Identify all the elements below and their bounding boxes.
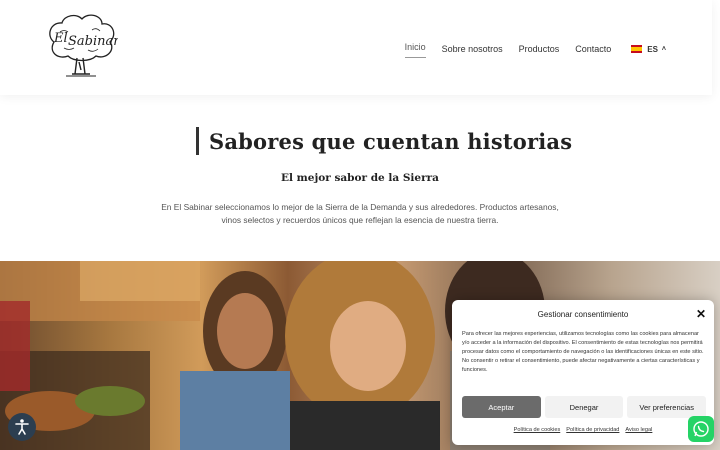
title-accent-bar xyxy=(196,127,199,155)
cookie-policy-link[interactable]: Política de cookies xyxy=(514,427,561,433)
language-code: ES xyxy=(647,44,658,54)
chevron-up-icon: ˄ xyxy=(661,45,666,53)
privacy-policy-link[interactable]: Política de privacidad xyxy=(566,427,619,433)
nav-contacto[interactable]: Contacto xyxy=(575,42,611,56)
svg-text:El: El xyxy=(53,31,68,46)
spain-flag-icon xyxy=(631,45,643,53)
page-subtitle: El mejor sabor de la Sierra xyxy=(281,172,439,184)
consent-text: Para ofrecer las mejores experiencias, u… xyxy=(462,331,704,373)
language-selector[interactable]: ES ˄ xyxy=(631,45,666,54)
accessibility-icon xyxy=(15,419,29,435)
whatsapp-icon xyxy=(693,421,709,437)
svg-text:Sabinar: Sabinar xyxy=(68,34,118,49)
deny-button[interactable]: Denegar xyxy=(544,396,624,418)
consent-links: Política de cookies Política de privacid… xyxy=(452,427,714,433)
main-nav: Inicio Sobre nosotros Productos Contacto… xyxy=(389,40,666,58)
whatsapp-button[interactable] xyxy=(688,416,714,442)
hero-section: Sabores que cuentan historias El mejor s… xyxy=(0,95,720,261)
accept-button[interactable]: Aceptar xyxy=(462,396,541,418)
close-icon[interactable]: ✕ xyxy=(696,307,706,321)
consent-buttons: Aceptar Denegar Ver preferencias xyxy=(462,396,707,418)
page-title: Sabores que cuentan historias xyxy=(209,128,573,154)
cookie-consent-dialog: Gestionar consentimiento ✕ Para ofrecer … xyxy=(452,300,714,445)
hero-title-wrap: Sabores que cuentan historias xyxy=(196,127,572,155)
el-sabinar-logo[interactable]: El Sabinar xyxy=(44,12,120,82)
preferences-button[interactable]: Ver preferencias xyxy=(627,396,707,418)
accessibility-button[interactable] xyxy=(8,413,36,441)
nav-productos[interactable]: Productos xyxy=(519,42,560,56)
hero-description: En El Sabinar seleccionamos lo mejor de … xyxy=(161,202,559,225)
consent-title: Gestionar consentimiento xyxy=(537,310,629,319)
legal-notice-link[interactable]: Aviso legal xyxy=(625,427,652,433)
site-header: El Sabinar Inicio Sobre nosotros Product… xyxy=(0,0,712,95)
nav-sobre-nosotros[interactable]: Sobre nosotros xyxy=(442,42,503,56)
nav-inicio[interactable]: Inicio xyxy=(404,40,426,58)
